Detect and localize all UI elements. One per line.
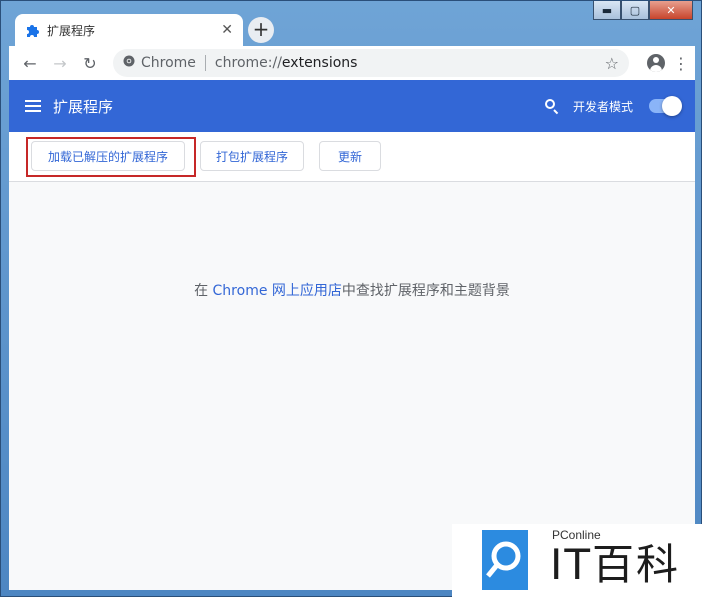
pack-extension-button[interactable]: 打包扩展程序 bbox=[200, 141, 304, 171]
page-title: 扩展程序 bbox=[53, 97, 114, 116]
forward-icon[interactable]: → bbox=[47, 50, 73, 76]
url-scheme: chrome:// bbox=[214, 55, 282, 71]
browser-window: ▬ ▢ ✕ 扩展程序 ✕ + ← → ↻ Chrome chrome:// ex… bbox=[0, 0, 702, 597]
back-icon[interactable]: ← bbox=[17, 50, 43, 76]
site-name: Chrome bbox=[141, 55, 196, 71]
minimize-button[interactable]: ▬ bbox=[593, 1, 621, 20]
webstore-link[interactable]: Chrome 网上应用店 bbox=[213, 283, 342, 299]
search-icon[interactable] bbox=[544, 99, 559, 115]
extensions-header: 扩展程序 开发者模式 bbox=[9, 80, 695, 132]
menu-icon[interactable]: ⋮ bbox=[673, 54, 689, 73]
window-controls: ▬ ▢ ✕ bbox=[593, 1, 693, 20]
reload-icon[interactable]: ↻ bbox=[77, 50, 103, 76]
puzzle-icon bbox=[25, 23, 39, 37]
maximize-button[interactable]: ▢ bbox=[621, 1, 649, 20]
chrome-logo-icon bbox=[123, 55, 135, 71]
address-separator bbox=[204, 55, 206, 71]
close-window-button[interactable]: ✕ bbox=[649, 1, 693, 20]
browser-toolbar: ← → ↻ Chrome chrome:// extensions ☆ ⋮ bbox=[9, 46, 695, 80]
developer-mode-toggle[interactable] bbox=[649, 96, 682, 116]
new-tab-button[interactable]: + bbox=[248, 17, 274, 43]
tab-extensions[interactable]: 扩展程序 ✕ bbox=[15, 14, 243, 46]
toggle-knob bbox=[662, 96, 682, 116]
profile-avatar-icon[interactable] bbox=[647, 54, 665, 72]
tab-title: 扩展程序 bbox=[47, 23, 96, 38]
load-unpacked-button[interactable]: 加载已解压的扩展程序 bbox=[31, 141, 185, 171]
update-button[interactable]: 更新 bbox=[319, 141, 381, 171]
empty-state-message: 在 Chrome 网上应用店中查找扩展程序和主题背景 bbox=[9, 280, 695, 300]
bookmark-star-icon[interactable]: ☆ bbox=[605, 54, 619, 73]
magnifier-logo-icon bbox=[482, 530, 528, 590]
tab-close-icon[interactable]: ✕ bbox=[221, 22, 233, 38]
message-suffix: 中查找扩展程序和主题背景 bbox=[341, 283, 510, 299]
address-bar[interactable]: Chrome chrome:// extensions ☆ bbox=[113, 49, 629, 77]
message-prefix: 在 bbox=[194, 283, 213, 299]
action-bar: 加载已解压的扩展程序 打包扩展程序 更新 bbox=[9, 132, 695, 182]
url-path: extensions bbox=[281, 55, 358, 71]
hamburger-menu-icon[interactable] bbox=[25, 100, 41, 112]
watermark-name: IT百科 bbox=[550, 540, 681, 589]
pconline-watermark: PConline IT百科 bbox=[452, 524, 702, 597]
developer-mode-label: 开发者模式 bbox=[572, 99, 633, 114]
